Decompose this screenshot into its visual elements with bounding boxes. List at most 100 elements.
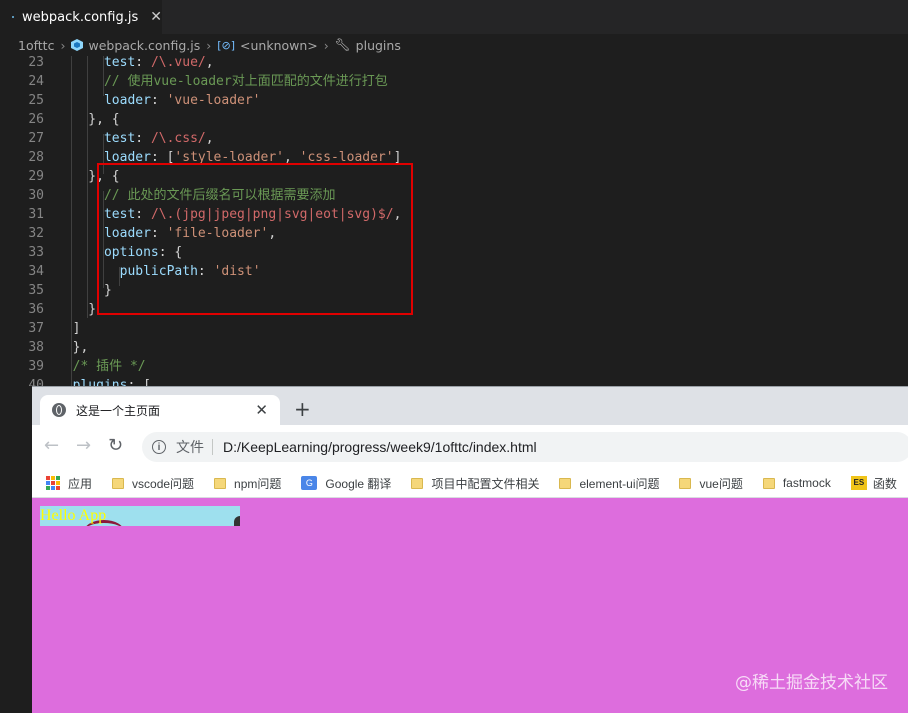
line-number: 29: [28, 169, 44, 184]
code-line[interactable]: 27 test: /\.css/,: [0, 129, 908, 148]
globe-icon: [52, 403, 66, 417]
line-number: 24: [28, 74, 44, 89]
line-number: 33: [28, 245, 44, 260]
back-arrow-icon[interactable]: ←: [44, 437, 59, 455]
line-number: 36: [28, 302, 44, 317]
line-number: 27: [28, 131, 44, 146]
bookmark-label: 函数: [872, 476, 897, 491]
breadcrumb-item-unknown[interactable]: <unknown>: [240, 38, 318, 53]
code-text: ]: [57, 321, 81, 336]
close-icon[interactable]: ✕: [255, 401, 268, 419]
bookmarks-bar: 应用 vscode问题 npm问题 G Google 翻译 项目中配置文件相关 …: [32, 469, 908, 498]
apps-icon: [46, 476, 60, 490]
file-scheme-label: 文件: [176, 439, 204, 455]
code-text: },: [57, 340, 89, 355]
code-text: loader: 'vue-loader': [103, 93, 261, 108]
code-line[interactable]: 23 test: /\.vue/,: [0, 56, 908, 72]
code-line[interactable]: 39 /* 插件 */: [0, 357, 908, 376]
bookmark-label: vscode问题: [132, 476, 195, 491]
watermark: @稀土掘金技术社区: [735, 673, 888, 693]
breadcrumb-item-plugins[interactable]: plugins: [356, 38, 401, 53]
line-number: 40: [28, 378, 44, 386]
wrench-icon: 🔧︎: [334, 37, 351, 52]
bookmark-element-ui[interactable]: element-ui问题: [559, 475, 659, 492]
chevron-right-icon: ›: [206, 37, 212, 53]
webpack-file-icon: [71, 39, 84, 51]
editor-tab-webpack-config[interactable]: webpack.config.js ✕: [0, 0, 162, 34]
folder-icon: [559, 477, 572, 489]
folder-icon: [679, 477, 692, 489]
line-number: 30: [28, 188, 44, 203]
bookmark-vue[interactable]: vue问题: [679, 475, 743, 492]
bookmark-label: fastmock: [782, 476, 831, 490]
bookmark-label: element-ui问题: [579, 476, 660, 491]
line-number: 23: [28, 56, 44, 70]
browser-tab-main[interactable]: 这是一个主页面 ✕: [40, 395, 280, 425]
chevron-right-icon: ›: [60, 37, 66, 53]
url-text[interactable]: D:/KeepLearning/progress/week9/1ofttc/in…: [223, 439, 537, 455]
bookmark-google-translate[interactable]: G Google 翻译: [301, 475, 391, 492]
code-text: /* 插件 */: [72, 359, 146, 374]
editor-gutter-remnant: [0, 386, 32, 712]
browser-tab-title: 这是一个主页面: [76, 403, 161, 418]
bookmark-label: 项目中配置文件相关: [431, 476, 540, 491]
app-root: Hello App: [40, 506, 240, 526]
breadcrumb-item-folder[interactable]: 1ofttc: [18, 38, 54, 53]
code-text: }, {: [57, 112, 120, 127]
webpack-file-icon: [12, 15, 15, 19]
line-number: 35: [28, 283, 44, 298]
line-number: 39: [28, 359, 44, 374]
code-line[interactable]: 37 ]: [0, 319, 908, 338]
bookmark-label: Google 翻译: [325, 476, 392, 491]
code-editor[interactable]: 23 test: /\.vue/, 24 // 使用vue-loader对上面匹配…: [0, 56, 908, 386]
chevron-right-icon: ›: [323, 37, 329, 53]
line-number: 38: [28, 340, 44, 355]
reload-icon[interactable]: ↻: [108, 437, 123, 455]
bookmark-apps[interactable]: 应用: [32, 475, 92, 492]
divider: [212, 439, 213, 455]
bookmark-label: vue问题: [699, 476, 743, 491]
bookmark-vscode[interactable]: vscode问题: [112, 475, 194, 492]
code-text: plugins: [: [72, 378, 151, 386]
browser-toolbar: ← → ↻ i 文件 D:/KeepLearning/progress/week…: [32, 425, 908, 469]
bookmark-functions[interactable]: ES 函数: [850, 475, 897, 492]
google-translate-icon: G: [301, 476, 318, 490]
code-line[interactable]: 38 },: [0, 338, 908, 357]
forward-arrow-icon[interactable]: →: [76, 437, 91, 455]
folder-icon: [112, 477, 125, 489]
close-icon[interactable]: ✕: [150, 9, 162, 25]
line-number: 28: [28, 150, 44, 165]
code-line[interactable]: 26 }, {: [0, 110, 908, 129]
line-number: 26: [28, 112, 44, 127]
code-line[interactable]: 25 loader: 'vue-loader': [0, 91, 908, 110]
new-tab-button[interactable]: +: [294, 399, 311, 419]
browser-tab-strip: 这是一个主页面 ✕ +: [32, 387, 908, 425]
line-number: 25: [28, 93, 44, 108]
app-image-edge: [234, 516, 240, 526]
editor-tab-label: webpack.config.js: [22, 9, 139, 25]
address-bar[interactable]: i 文件 D:/KeepLearning/progress/week9/1oft…: [142, 432, 908, 462]
bookmark-label: npm问题: [234, 476, 282, 491]
line-number: 34: [28, 264, 44, 279]
es-icon: ES: [850, 476, 867, 490]
line-number: 37: [28, 321, 44, 336]
code-text: }: [57, 302, 97, 317]
editor-tab-bar: webpack.config.js ✕: [0, 0, 908, 34]
code-text: test: /\.css/,: [103, 131, 214, 146]
info-icon[interactable]: i: [152, 440, 166, 454]
folder-icon: [762, 477, 775, 489]
browser-window: 这是一个主页面 ✕ + ← → ↻ i 文件 D:/KeepLearning/p…: [32, 386, 908, 713]
app-text: Hello App: [40, 507, 107, 524]
code-line[interactable]: 40 plugins: [: [0, 376, 908, 386]
bookmark-fastmock[interactable]: fastmock: [762, 476, 831, 490]
breadcrumb-item-file[interactable]: webpack.config.js: [88, 38, 200, 53]
line-number: 31: [28, 207, 44, 222]
bookmark-project-config[interactable]: 项目中配置文件相关: [411, 475, 539, 492]
code-text: // 使用vue-loader对上面匹配的文件进行打包: [103, 74, 388, 89]
line-number: 32: [28, 226, 44, 241]
code-text: test: /\.vue/,: [103, 56, 214, 70]
breadcrumb: 1ofttc › webpack.config.js › [⊘] <unknow…: [0, 34, 908, 56]
code-line[interactable]: 24 // 使用vue-loader对上面匹配的文件进行打包: [0, 72, 908, 91]
bookmark-npm[interactable]: npm问题: [214, 475, 281, 492]
bookmark-label: 应用: [68, 476, 93, 491]
